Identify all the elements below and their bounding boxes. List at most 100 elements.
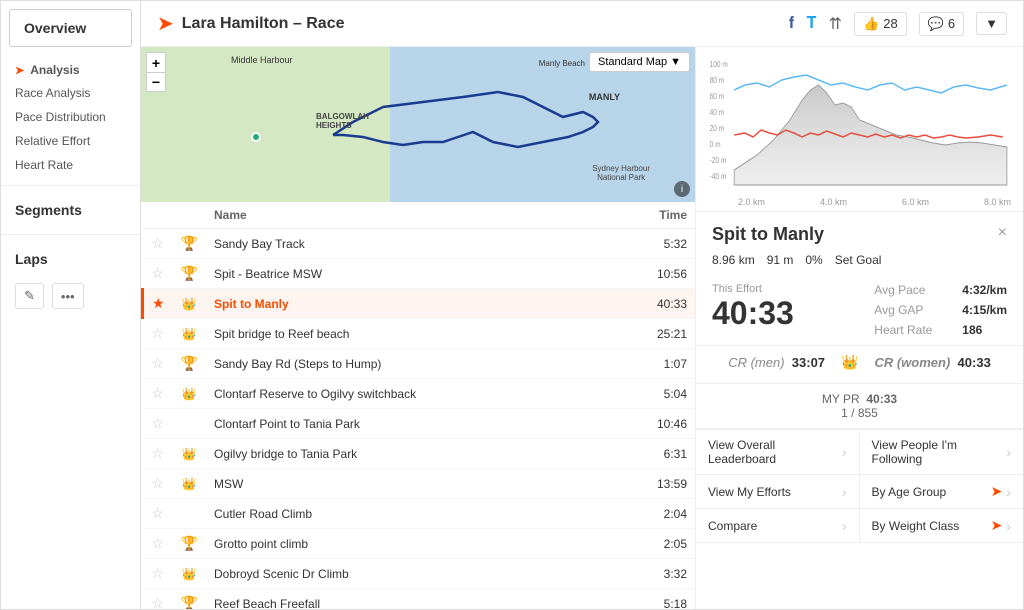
header-actions: 𝐟 𝐓 ⇈ 👍 28 💬 6 ▼ xyxy=(789,12,1007,36)
table-row[interactable]: ☆ 🏆 Sandy Bay Rd (Steps to Hump) 1:07 xyxy=(143,349,696,379)
sidebar-laps[interactable]: Laps xyxy=(1,243,140,275)
trophy-icon: 🏆 xyxy=(181,265,198,281)
svg-text:0 m: 0 m xyxy=(710,139,721,149)
time-col-header: Time xyxy=(610,202,695,229)
segment-list: Name Time ☆ 🏆 Sandy Bay Track 5:32 ☆ 🏆 S… xyxy=(141,202,695,609)
sidebar-item-heart-rate[interactable]: Heart Rate xyxy=(1,153,140,177)
star-icon-active[interactable]: ★ xyxy=(152,295,165,311)
star-cell: ☆ xyxy=(143,499,173,529)
right-panel: 100 m 80 m 60 m 40 m 20 m 0 m -20 m -40 … xyxy=(696,47,1023,609)
map-container[interactable]: + − Standard Map ▼ Middle Harbour MANLY … xyxy=(141,47,695,202)
pr-rank: 1 / 855 xyxy=(712,406,1007,420)
header: ➤ Lara Hamilton – Race 𝐟 𝐓 ⇈ 👍 28 💬 6 ▼ xyxy=(141,1,1023,47)
share-icon[interactable]: ⇈ xyxy=(829,14,842,34)
table-row[interactable]: ☆ 👑 Clontarf Reserve to Ogilvy switchbac… xyxy=(143,379,696,409)
star-icon[interactable]: ☆ xyxy=(151,505,164,521)
badge-cell xyxy=(173,499,206,529)
sidebar-segments[interactable]: Segments xyxy=(1,194,140,226)
segment-grade: 0% xyxy=(805,253,822,267)
table-row[interactable]: ☆ Clontarf Point to Tania Park 10:46 xyxy=(143,409,696,439)
strava-badge-icon: ➤ xyxy=(991,517,1003,534)
star-cell: ☆ xyxy=(143,229,173,259)
table-row[interactable]: ☆ 🏆 Sandy Bay Track 5:32 xyxy=(143,229,696,259)
facebook-icon[interactable]: 𝐟 xyxy=(789,15,795,33)
action-link[interactable]: By Age Group ➤ › xyxy=(860,475,1024,509)
sidebar-item-relative-effort[interactable]: Relative Effort xyxy=(1,129,140,153)
star-icon[interactable]: ☆ xyxy=(151,535,164,551)
segment-name-cell[interactable]: MSW xyxy=(206,469,610,499)
action-link[interactable]: View My Efforts › xyxy=(696,475,860,509)
segment-name-cell[interactable]: Clontarf Reserve to Ogilvy switchback xyxy=(206,379,610,409)
segment-time-cell: 5:32 xyxy=(610,229,695,259)
kudos-button[interactable]: 👍 28 xyxy=(854,12,907,36)
action-link[interactable]: By Weight Class ➤ › xyxy=(860,509,1024,543)
heart-rate-value: 186 xyxy=(962,323,982,337)
badge-col-header xyxy=(173,202,206,229)
segment-name-cell[interactable]: Ogilvy bridge to Tania Park xyxy=(206,439,610,469)
star-icon[interactable]: ☆ xyxy=(151,595,164,609)
star-icon[interactable]: ☆ xyxy=(151,265,164,281)
action-link[interactable]: Compare › xyxy=(696,509,860,543)
close-button[interactable]: × xyxy=(998,224,1007,242)
table-row[interactable]: ☆ 🏆 Grotto point climb 2:05 xyxy=(143,529,696,559)
map-type-selector: Standard Map ▼ xyxy=(589,52,690,72)
avg-pace-row: Avg Pace 4:32/km xyxy=(874,283,1007,297)
action-link[interactable]: View People I'm Following › xyxy=(860,430,1024,475)
segment-stats: This Effort 40:33 Avg Pace 4:32/km Avg G… xyxy=(696,275,1023,346)
star-icon[interactable]: ☆ xyxy=(151,445,164,461)
action-link-label: Compare xyxy=(708,519,757,533)
badge-cell: 👑 xyxy=(173,319,206,349)
segment-name-cell[interactable]: Grotto point climb xyxy=(206,529,610,559)
set-goal-link[interactable]: Set Goal xyxy=(835,253,882,267)
twitter-icon[interactable]: 𝐓 xyxy=(806,15,816,33)
star-icon[interactable]: ☆ xyxy=(151,415,164,431)
sidebar-overview[interactable]: Overview xyxy=(9,9,132,47)
segment-name-cell[interactable]: Reef Beach Freefall xyxy=(206,589,610,610)
segment-name-cell[interactable]: Sandy Bay Track xyxy=(206,229,610,259)
sidebar-item-pace-distribution[interactable]: Pace Distribution xyxy=(1,105,140,129)
table-row[interactable]: ☆ Cutler Road Climb 2:04 xyxy=(143,499,696,529)
star-icon[interactable]: ☆ xyxy=(151,235,164,251)
table-row[interactable]: ☆ 🏆 Spit - Beatrice MSW 10:56 xyxy=(143,259,696,289)
zoom-in-button[interactable]: + xyxy=(146,52,166,72)
segment-name-cell[interactable]: Clontarf Point to Tania Park xyxy=(206,409,610,439)
segment-name-cell[interactable]: Dobroyd Scenic Dr Climb xyxy=(206,559,610,589)
badge-cell xyxy=(173,409,206,439)
trophy-icon: 🏆 xyxy=(181,535,198,551)
table-row[interactable]: ☆ 👑 MSW 13:59 xyxy=(143,469,696,499)
crown-icon: 👑 xyxy=(182,327,197,341)
table-row[interactable]: ☆ 👑 Spit bridge to Reef beach 25:21 xyxy=(143,319,696,349)
map-label-middle-harbour: Middle Harbour xyxy=(231,55,293,65)
table-row[interactable]: ☆ 🏆 Reef Beach Freefall 5:18 xyxy=(143,589,696,610)
map-info-icon[interactable]: i xyxy=(674,181,690,197)
star-cell: ☆ xyxy=(143,259,173,289)
segment-name-cell[interactable]: Spit bridge to Reef beach xyxy=(206,319,610,349)
table-row[interactable]: ☆ 👑 Ogilvy bridge to Tania Park 6:31 xyxy=(143,439,696,469)
map-background: + − Standard Map ▼ Middle Harbour MANLY … xyxy=(141,47,695,202)
star-icon[interactable]: ☆ xyxy=(151,355,164,371)
crown-icon: 👑 xyxy=(182,297,197,311)
segment-time-cell: 10:46 xyxy=(610,409,695,439)
table-row[interactable]: ★ 👑 Spit to Manly 40:33 xyxy=(143,289,696,319)
more-options-button[interactable]: ▼ xyxy=(976,12,1007,35)
sidebar-item-race-analysis[interactable]: Race Analysis xyxy=(1,81,140,105)
star-icon[interactable]: ☆ xyxy=(151,385,164,401)
badge-cell: 👑 xyxy=(173,379,206,409)
star-icon[interactable]: ☆ xyxy=(151,475,164,491)
effort-value: 40:33 xyxy=(712,295,794,332)
more-button[interactable]: ••• xyxy=(52,283,84,309)
star-icon[interactable]: ☆ xyxy=(151,565,164,581)
crown-icon: 👑 xyxy=(841,354,858,371)
star-icon[interactable]: ☆ xyxy=(151,325,164,341)
segment-name-cell[interactable]: Cutler Road Climb xyxy=(206,499,610,529)
comments-button[interactable]: 💬 6 xyxy=(919,12,964,36)
segment-name-cell[interactable]: Sandy Bay Rd (Steps to Hump) xyxy=(206,349,610,379)
zoom-out-button[interactable]: − xyxy=(146,72,166,92)
segment-name-cell[interactable]: Spit - Beatrice MSW xyxy=(206,259,610,289)
segment-name-cell[interactable]: Spit to Manly xyxy=(206,289,610,319)
avg-gap-label: Avg GAP xyxy=(874,303,954,317)
table-row[interactable]: ☆ 👑 Dobroyd Scenic Dr Climb 3:32 xyxy=(143,559,696,589)
edit-button[interactable]: ✎ xyxy=(15,283,44,309)
action-link[interactable]: View Overall Leaderboard › xyxy=(696,430,860,475)
map-type-button[interactable]: Standard Map ▼ xyxy=(589,52,690,72)
